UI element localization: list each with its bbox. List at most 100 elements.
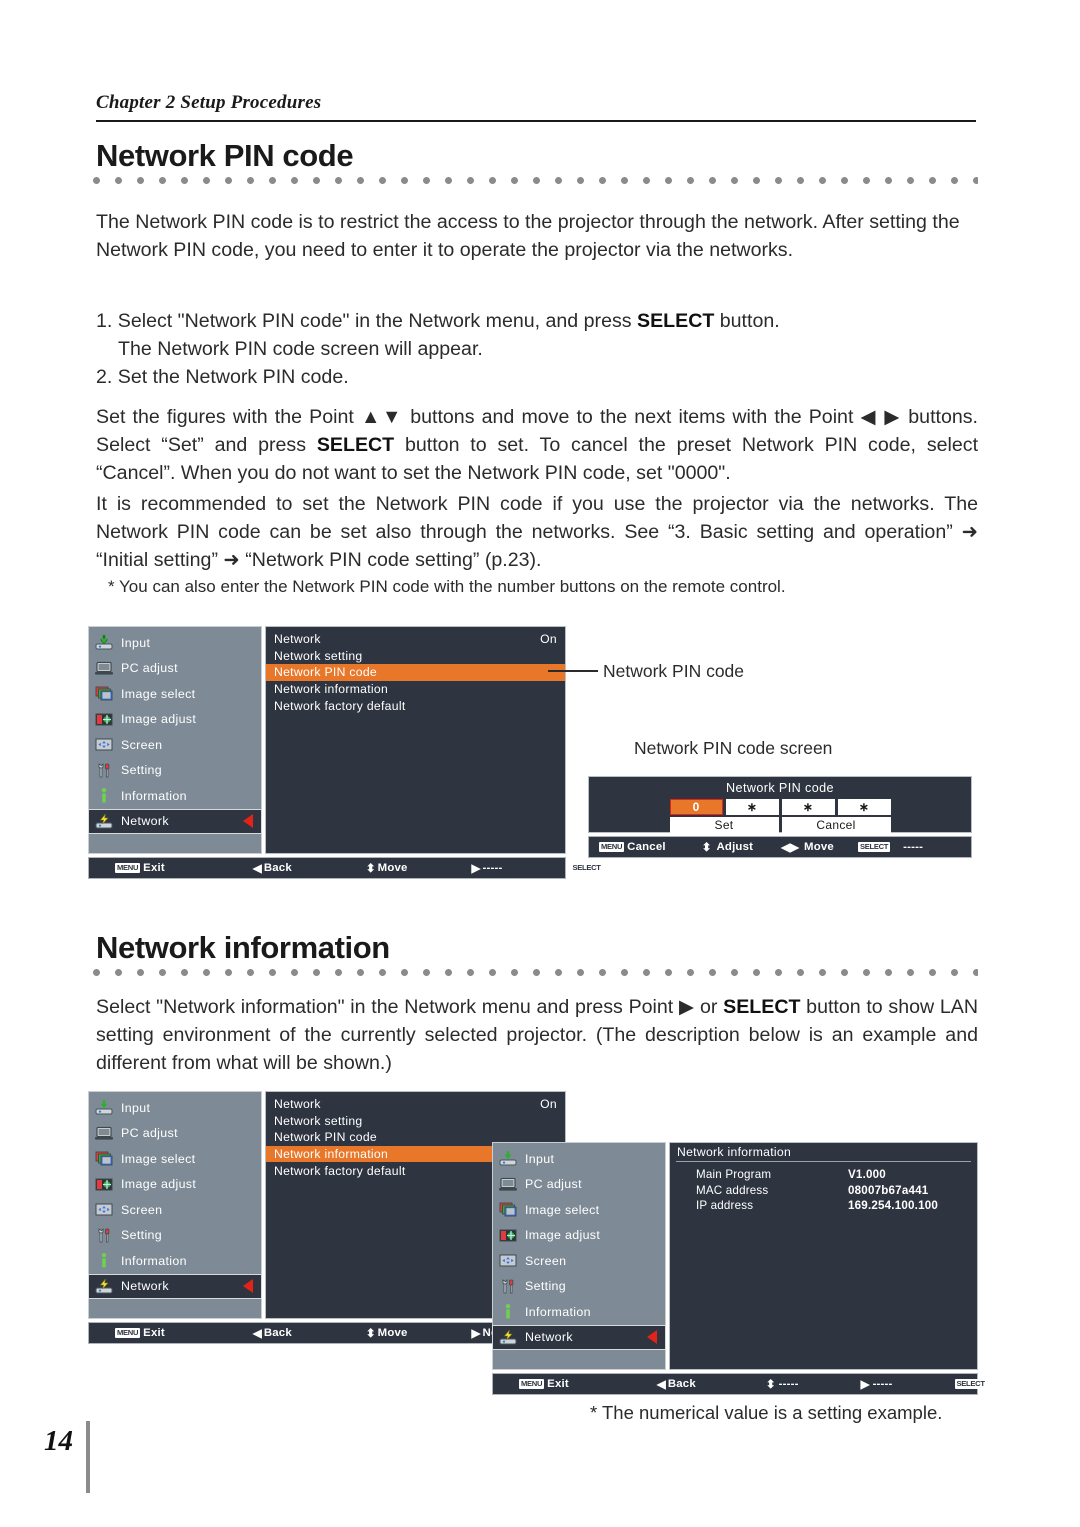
network-row-network-factory-default[interactable]: Network factory default (266, 697, 565, 714)
osd2-back-cell[interactable]: ◀ Back (253, 1326, 292, 1340)
page-number-rule (86, 1421, 90, 1493)
info-value-main-program: V1.000 (848, 1168, 886, 1182)
updown-triangle-icon: ⬍ (365, 863, 376, 875)
osd2-exit-cell[interactable]: MENU Exit (115, 1327, 165, 1339)
pin-bar-cancel-cell[interactable]: MENU Cancel (599, 841, 666, 853)
pin-bar-select-cell[interactable]: SELECT ----- (857, 841, 924, 853)
sidebar-item-network[interactable]: Network (492, 1324, 666, 1350)
network-row-label-4: Network factory default (274, 698, 406, 713)
sidebar-label-input: Input (121, 1100, 151, 1115)
sidebar-item-screen[interactable]: Screen (493, 1248, 665, 1274)
osd3-exit-cell[interactable]: MENU Exit (519, 1378, 569, 1390)
pin-bar-adjust-cell[interactable]: ⬍ Adjust (702, 840, 753, 854)
network-row-network-setting[interactable]: Network setting (266, 648, 565, 665)
osd1-move-cell[interactable]: ⬍ Move (366, 861, 408, 875)
pin-bar-move-cell[interactable]: ◀▶ Move (781, 840, 834, 854)
osd3-right-cell[interactable]: ▶ ----- (861, 1377, 893, 1391)
left-arrow-icon (647, 1330, 657, 1345)
left-arrow-icon (243, 1279, 253, 1294)
network-row-network-pin-code[interactable]: Network PIN code (266, 664, 565, 681)
sidebar-label-network: Network (121, 814, 169, 829)
sidebar-item-setting[interactable]: Setting (89, 758, 261, 784)
pin-set-button[interactable]: Set (669, 817, 779, 833)
sidebar-label-screen: Screen (121, 737, 163, 752)
image-adjust-icon (498, 1227, 518, 1244)
sidebar-item-image-adjust[interactable]: Image adjust (89, 1172, 261, 1198)
screen-icon (94, 736, 114, 753)
section1-footnote: * You can also enter the Network PIN cod… (108, 577, 786, 596)
sidebar-item-pc-adjust[interactable]: PC adjust (89, 1121, 261, 1147)
section-title-network-information: Network information (96, 930, 390, 965)
right-triangle-icon: ▶ (471, 1328, 481, 1340)
info-icon (94, 1252, 114, 1269)
sidebar-item-network[interactable]: Network (88, 1273, 262, 1299)
sidebar-item-input[interactable]: Input (89, 1095, 261, 1121)
pin-dialog-bottom-bar: MENU Cancel ⬍ Adjust ◀▶ Move SELECT ----- (588, 836, 972, 858)
info-key-mac-address: MAC address (696, 1183, 769, 1197)
sidebar-item-setting[interactable]: Setting (89, 1223, 261, 1249)
info-value-mac-address: 08007b67a441 (848, 1183, 929, 1197)
section2-footnote: * The numerical value is a setting examp… (590, 1402, 943, 1423)
sidebar-item-information[interactable]: Information (89, 783, 261, 809)
sidebar-item-setting[interactable]: Setting (493, 1274, 665, 1300)
osd1-back-cell[interactable]: ◀ Back (253, 861, 292, 875)
image-select-icon (94, 1150, 114, 1167)
pin-digit-2[interactable]: ∗ (781, 799, 835, 815)
osd3-move-cell[interactable]: ⬍ ----- (766, 1377, 799, 1391)
osd3-select-cell[interactable]: SELECT ----- (954, 1378, 1010, 1390)
osd1-exit-cell[interactable]: MENU Exit (115, 862, 165, 874)
osd3-exit-label: Exit (547, 1378, 569, 1390)
osd2-move-cell[interactable]: ⬍ Move (366, 1326, 408, 1340)
pin-digit-0[interactable]: 0 (669, 799, 723, 815)
sidebar-item-pc-adjust[interactable]: PC adjust (493, 1172, 665, 1198)
sidebar-item-image-adjust[interactable]: Image adjust (89, 707, 261, 733)
sidebar-item-image-adjust[interactable]: Image adjust (493, 1223, 665, 1249)
pin-dialog-title: Network PIN code (726, 781, 834, 795)
sidebar-label-information: Information (121, 788, 187, 803)
sidebar-item-image-select[interactable]: Image select (89, 681, 261, 707)
osd3-back-cell[interactable]: ◀ Back (657, 1377, 696, 1391)
network-row-network-information[interactable]: Network information (266, 681, 565, 698)
sidebar-item-image-select[interactable]: Image select (493, 1197, 665, 1223)
pin-digit-3[interactable]: ∗ (837, 799, 891, 815)
input-icon (94, 634, 114, 651)
network-icon (94, 1278, 114, 1295)
pin-digit-1[interactable]: ∗ (725, 799, 779, 815)
sidebar-item-information[interactable]: Information (493, 1299, 665, 1325)
step1-text-a: 1. Select "Network PIN code" in the Netw… (96, 310, 638, 332)
sidebar-label-information: Information (121, 1253, 187, 1268)
pin-button-row: Set Cancel (589, 817, 971, 833)
pin-bar-select-label: ----- (903, 841, 924, 853)
network-row-network-setting[interactable]: Network setting (266, 1113, 565, 1130)
sidebar-label-setting: Setting (121, 1228, 163, 1243)
sidebar-label-network: Network (121, 1279, 169, 1294)
osd-screenshot-1: Input PC adjust Image select Image adjus… (88, 626, 631, 882)
sidebar-item-pc-adjust[interactable]: PC adjust (89, 656, 261, 682)
info-row-ip-address: IP address 169.254.100.100 (670, 1198, 977, 1214)
network-row-value-0: On (540, 632, 557, 647)
right-triangle-icon: ▶ (860, 1379, 870, 1391)
sidebar-item-input[interactable]: Input (89, 630, 261, 656)
pin-cancel-button[interactable]: Cancel (781, 817, 891, 833)
section1-paragraph-2: It is recommended to set the Network PIN… (96, 493, 978, 572)
network-row-label-0: Network (274, 632, 321, 647)
network-row-network[interactable]: Network On (266, 1096, 565, 1113)
sidebar-item-information[interactable]: Information (89, 1248, 261, 1274)
sidebar-item-screen[interactable]: Screen (89, 732, 261, 758)
sidebar-item-screen[interactable]: Screen (89, 1197, 261, 1223)
select-bold-1: SELECT (637, 310, 715, 332)
sidebar-item-image-select[interactable]: Image select (89, 1146, 261, 1172)
sidebar-label-image-select: Image select (121, 686, 196, 701)
network-row-network[interactable]: Network On (266, 631, 565, 648)
menu-key-icon: MENU (599, 842, 625, 852)
osd1-right-cell[interactable]: ▶ ----- (472, 861, 503, 875)
osd3-network-information-panel: Network information Main Program V1.000 … (669, 1142, 978, 1370)
sidebar-item-network[interactable]: Network (88, 808, 262, 834)
sidebar-item-input[interactable]: Input (493, 1146, 665, 1172)
input-icon (498, 1150, 518, 1167)
osd1-select-cell[interactable]: SELECT Next (570, 862, 631, 874)
pin-digit-row: 0 ∗ ∗ ∗ (589, 799, 971, 815)
select-key-icon: SELECT (857, 842, 891, 852)
dot-divider-1 (92, 176, 978, 185)
info-icon (498, 1303, 518, 1320)
